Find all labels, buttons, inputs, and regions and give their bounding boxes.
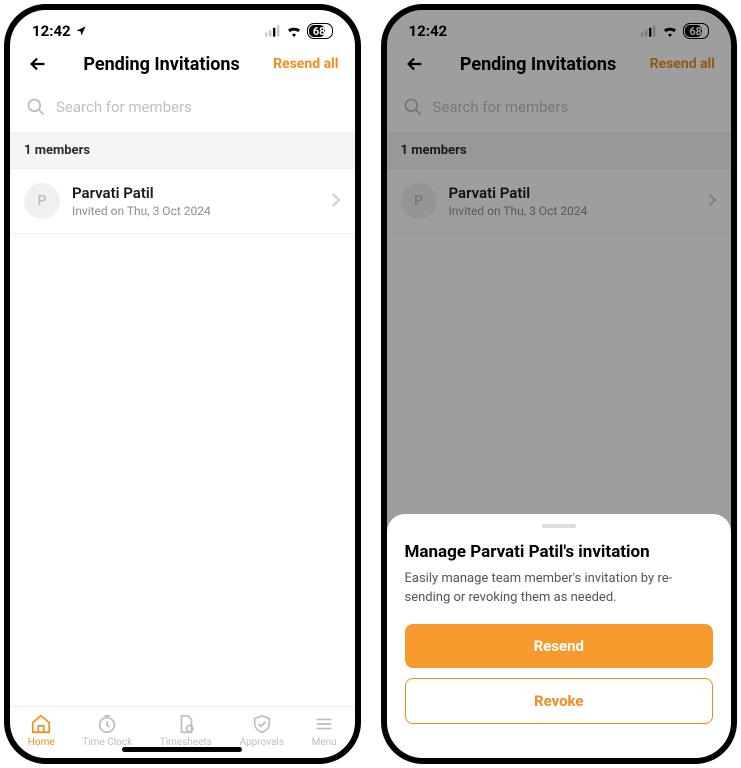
avatar: P bbox=[24, 183, 60, 219]
revoke-button[interactable]: Revoke bbox=[405, 678, 714, 724]
shield-check-icon bbox=[251, 713, 273, 735]
tab-approvals[interactable]: Approvals bbox=[240, 713, 284, 748]
tab-label: Home bbox=[28, 737, 55, 748]
resend-all-button[interactable]: Resend all bbox=[273, 56, 338, 72]
tab-home[interactable]: Home bbox=[28, 713, 55, 748]
members-list: P Parvati Patil Invited on Thu, 3 Oct 20… bbox=[10, 169, 355, 706]
member-name: Parvati Patil bbox=[72, 184, 319, 202]
nav-header: Pending Invitations Resend all bbox=[10, 46, 355, 86]
resend-button[interactable]: Resend bbox=[405, 624, 714, 668]
status-time: 12:42 bbox=[32, 22, 71, 40]
tab-menu[interactable]: Menu bbox=[312, 713, 337, 748]
phone-pending-invitations: 12:42 68 Pending Invitations Resend all bbox=[4, 4, 361, 764]
tab-timesheets[interactable]: Timesheets bbox=[160, 713, 212, 748]
home-indicator bbox=[122, 747, 242, 752]
menu-icon bbox=[313, 713, 335, 735]
clock-icon bbox=[96, 713, 118, 735]
chevron-right-icon bbox=[331, 192, 341, 211]
back-button[interactable] bbox=[26, 52, 50, 76]
tab-time-clock[interactable]: Time Clock bbox=[82, 713, 132, 748]
arrow-left-icon bbox=[27, 53, 49, 75]
cellular-icon bbox=[265, 25, 281, 37]
member-row[interactable]: P Parvati Patil Invited on Thu, 3 Oct 20… bbox=[10, 169, 355, 234]
document-icon bbox=[175, 713, 197, 735]
manage-invitation-sheet: Manage Parvati Patil's invitation Easily… bbox=[387, 514, 732, 758]
member-subtext: Invited on Thu, 3 Oct 2024 bbox=[72, 204, 319, 218]
wifi-icon bbox=[286, 25, 302, 37]
home-icon bbox=[30, 713, 52, 735]
battery-indicator: 68 bbox=[307, 23, 333, 39]
sheet-description: Easily manage team member's invitation b… bbox=[405, 570, 714, 608]
sheet-title: Manage Parvati Patil's invitation bbox=[405, 542, 714, 562]
tab-label: Approvals bbox=[240, 737, 284, 748]
search-row bbox=[10, 86, 355, 133]
search-input[interactable] bbox=[56, 98, 339, 116]
members-section-header: 1 members bbox=[10, 133, 355, 169]
sheet-drag-handle[interactable] bbox=[542, 524, 576, 528]
tab-label: Menu bbox=[312, 737, 337, 748]
location-icon bbox=[75, 25, 87, 37]
search-icon bbox=[26, 96, 46, 118]
phone-manage-invitation: 12:42 68 Pending Invitations Resend all … bbox=[381, 4, 738, 764]
status-bar: 12:42 68 bbox=[10, 10, 355, 46]
page-title: Pending Invitations bbox=[83, 54, 239, 75]
